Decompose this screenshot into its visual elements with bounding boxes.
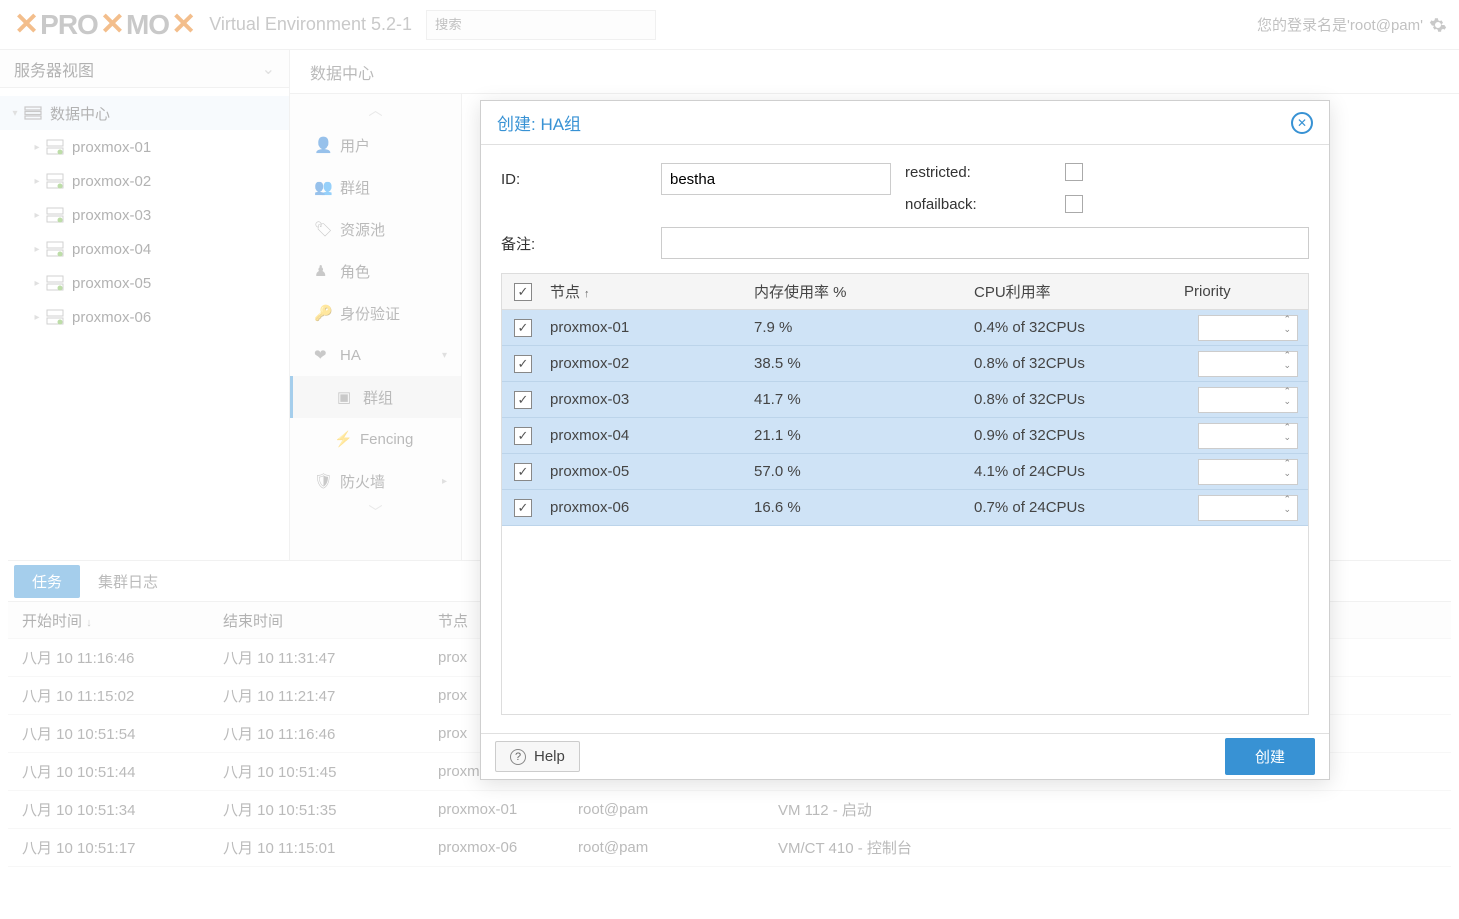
nodes-grid: 节点↑ 内存使用率 % CPU利用率 Priority proxmox-017.… — [501, 273, 1309, 715]
id-input[interactable] — [661, 163, 891, 195]
sort-asc-icon[interactable]: ↑ — [584, 288, 590, 300]
priority-spinner[interactable] — [1198, 387, 1298, 413]
row-checkbox[interactable] — [514, 355, 532, 373]
node-row[interactable]: proxmox-0341.7 %0.8% of 32CPUs — [502, 382, 1308, 418]
row-checkbox[interactable] — [514, 499, 532, 517]
create-ha-group-modal: 创建: HA组 ✕ ID: restricted: nofailback: — [480, 100, 1330, 780]
modal-title: 创建: HA组 — [497, 110, 581, 135]
restricted-label: restricted: — [905, 164, 1065, 181]
comment-label: 备注: — [501, 233, 661, 254]
create-button[interactable]: 创建 — [1225, 738, 1315, 775]
nofailback-checkbox[interactable] — [1065, 195, 1083, 213]
priority-spinner[interactable] — [1198, 351, 1298, 377]
select-all-checkbox[interactable] — [514, 283, 532, 301]
col-mem[interactable]: 内存使用率 % — [754, 281, 974, 302]
node-row[interactable]: proxmox-0616.6 %0.7% of 24CPUs — [502, 490, 1308, 526]
row-checkbox[interactable] — [514, 463, 532, 481]
restricted-checkbox[interactable] — [1065, 163, 1083, 181]
node-row[interactable]: proxmox-0421.1 %0.9% of 32CPUs — [502, 418, 1308, 454]
priority-spinner[interactable] — [1198, 459, 1298, 485]
help-button[interactable]: ?Help — [495, 741, 580, 772]
id-label: ID: — [501, 171, 661, 188]
col-priority[interactable]: Priority — [1184, 283, 1308, 300]
comment-input[interactable] — [661, 227, 1309, 259]
node-row[interactable]: proxmox-0238.5 %0.8% of 32CPUs — [502, 346, 1308, 382]
row-checkbox[interactable] — [514, 319, 532, 337]
priority-spinner[interactable] — [1198, 315, 1298, 341]
col-cpu[interactable]: CPU利用率 — [974, 281, 1184, 302]
row-checkbox[interactable] — [514, 427, 532, 445]
row-checkbox[interactable] — [514, 391, 532, 409]
priority-spinner[interactable] — [1198, 495, 1298, 521]
nofailback-label: nofailback: — [905, 196, 1065, 213]
node-row[interactable]: proxmox-0557.0 %4.1% of 24CPUs — [502, 454, 1308, 490]
help-icon: ? — [510, 749, 526, 765]
priority-spinner[interactable] — [1198, 423, 1298, 449]
node-row[interactable]: proxmox-017.9 %0.4% of 32CPUs — [502, 310, 1308, 346]
close-icon[interactable]: ✕ — [1291, 112, 1313, 134]
